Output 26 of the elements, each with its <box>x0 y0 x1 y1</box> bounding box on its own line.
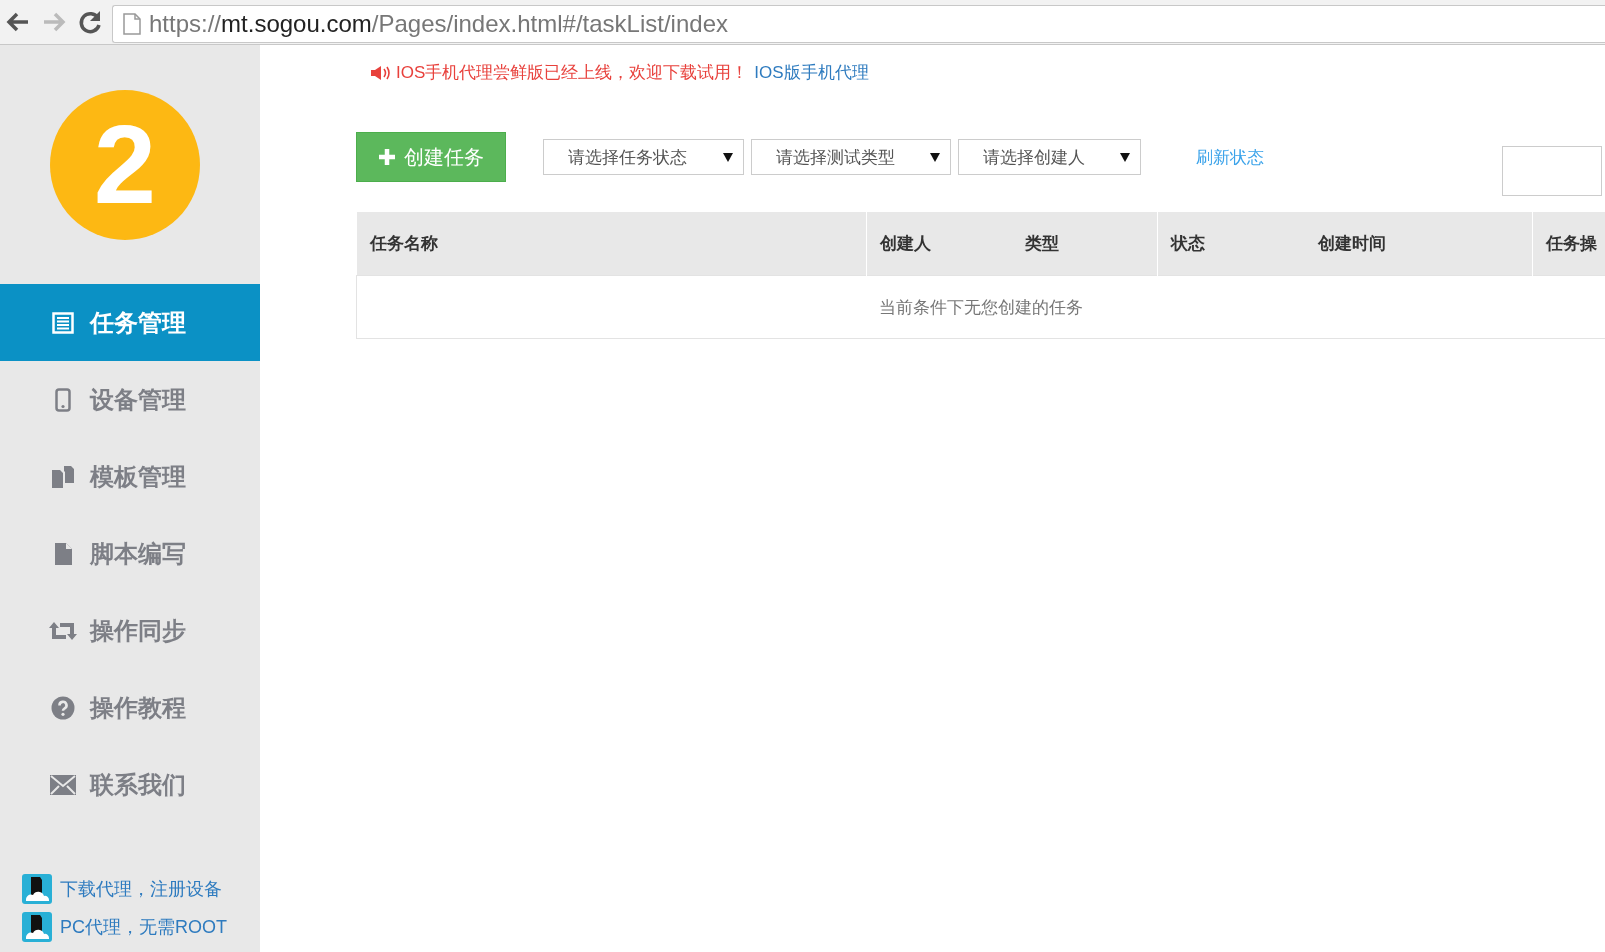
download-link[interactable]: 下载代理，注册设备 <box>22 874 260 904</box>
column-header: 创建人 <box>866 212 1012 276</box>
nav-item[interactable]: 任务管理 <box>0 284 260 361</box>
ios-agent-link[interactable]: IOS版手机代理 <box>754 61 869 84</box>
column-header: 状态 <box>1157 212 1305 276</box>
address-bar[interactable]: https://mt.sogou.com/Pages/index.html#/taskList/index <box>112 5 1605 43</box>
create-task-button[interactable]: 创建任务 <box>356 132 506 182</box>
filter-select[interactable]: 请选择任务状态 <box>543 139 744 175</box>
filter-select[interactable]: 请选择创建人 <box>958 139 1141 175</box>
nav-item[interactable]: 联系我们 <box>0 746 260 823</box>
column-header: 类型 <box>1011 212 1158 276</box>
nav-item[interactable]: 操作同步 <box>0 592 260 669</box>
url-text: https://mt.sogou.com/Pages/index.html#/taskList/index <box>149 10 728 38</box>
empty-message: 当前条件下无您创建的任务 <box>356 275 1605 339</box>
logo: 2 <box>50 90 200 240</box>
column-header: 创建时间 <box>1304 212 1533 276</box>
nav-item[interactable]: 设备管理 <box>0 361 260 438</box>
nav-item[interactable]: 脚本编写 <box>0 515 260 592</box>
notice-text: IOS手机代理尝鲜版已经上线，欢迎下载试用！ <box>396 62 749 84</box>
refresh-link[interactable]: 刷新状态 <box>1196 145 1264 169</box>
column-header: 任务名称 <box>356 212 867 276</box>
column-header: 任务操 <box>1532 212 1605 276</box>
nav-item[interactable]: 操作教程 <box>0 669 260 746</box>
filter-select[interactable]: 请选择测试类型 <box>751 139 951 175</box>
nav-item[interactable]: 模板管理 <box>0 438 260 515</box>
download-link[interactable]: PC代理，无需ROOT <box>22 912 260 942</box>
